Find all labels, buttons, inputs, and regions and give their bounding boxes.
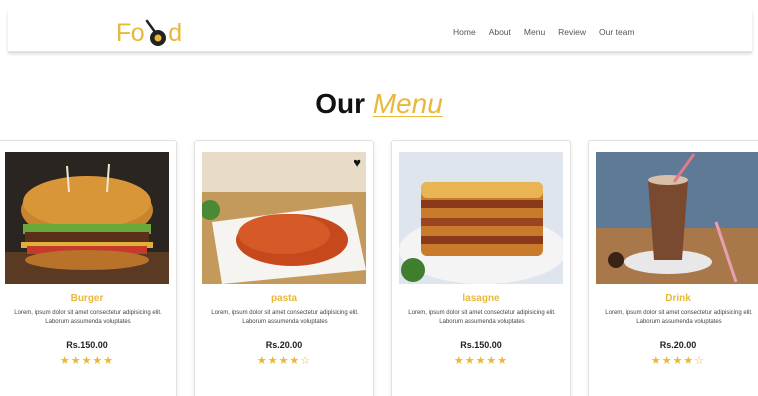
menu-card-burger[interactable]: Burger Lorem, ipsum dolor sit amet conse… — [0, 140, 177, 396]
star-rating: ★★★★☆ — [256, 355, 312, 367]
drink-image — [596, 152, 758, 284]
title-accent: Menu — [372, 88, 443, 119]
burger-image — [5, 152, 169, 284]
card-name: Drink — [665, 293, 691, 304]
page-title: Our Menu — [0, 88, 758, 120]
card-price: Rs.20.00 — [659, 340, 697, 350]
star-rating: ★★★★★ — [59, 355, 115, 367]
card-price: Rs.20.00 — [265, 340, 303, 350]
frying-pan-icon — [143, 18, 169, 48]
card-name: Burger — [70, 293, 104, 304]
nav-our-team[interactable]: Our team — [599, 27, 634, 37]
nav-home[interactable]: Home — [453, 27, 476, 37]
card-description: Lorem, ipsum dolor sit amet consectetur … — [211, 310, 359, 325]
menu-card-pasta[interactable]: ♥ pasta Lorem, ipsum dolor sit amet cons… — [194, 140, 374, 396]
main-nav: Home About Menu Review Our team — [453, 27, 647, 37]
card-price: Rs.150.00 — [66, 340, 108, 350]
header: Fo d Home About Menu Review Our team — [8, 10, 752, 52]
card-name: lasagne — [462, 293, 500, 304]
pasta-image — [202, 152, 366, 284]
card-price: Rs.150.00 — [460, 340, 502, 350]
logo-text-right: d — [168, 19, 182, 47]
card-description: Lorem, ipsum dolor sit amet consectetur … — [408, 310, 556, 325]
logo-text-left: Fo — [116, 19, 145, 47]
menu-card-lasagne[interactable]: lasagne Lorem, ipsum dolor sit amet cons… — [391, 140, 571, 396]
heart-icon[interactable]: ♥ — [353, 155, 361, 170]
logo[interactable]: Fo d — [116, 16, 182, 48]
menu-card-drink[interactable]: Drink Lorem, ipsum dolor sit amet consec… — [588, 140, 758, 396]
star-rating: ★★★★★ — [453, 355, 509, 367]
nav-about[interactable]: About — [489, 27, 511, 37]
card-name: pasta — [270, 293, 298, 304]
nav-review[interactable]: Review — [558, 27, 586, 37]
star-rating: ★★★★☆ — [650, 355, 706, 367]
nav-menu[interactable]: Menu — [524, 27, 545, 37]
lasagne-image — [399, 152, 563, 284]
card-description: Lorem, ipsum dolor sit amet consectetur … — [605, 310, 753, 325]
title-main: Our — [315, 88, 365, 119]
card-description: Lorem, ipsum dolor sit amet consectetur … — [14, 310, 162, 325]
